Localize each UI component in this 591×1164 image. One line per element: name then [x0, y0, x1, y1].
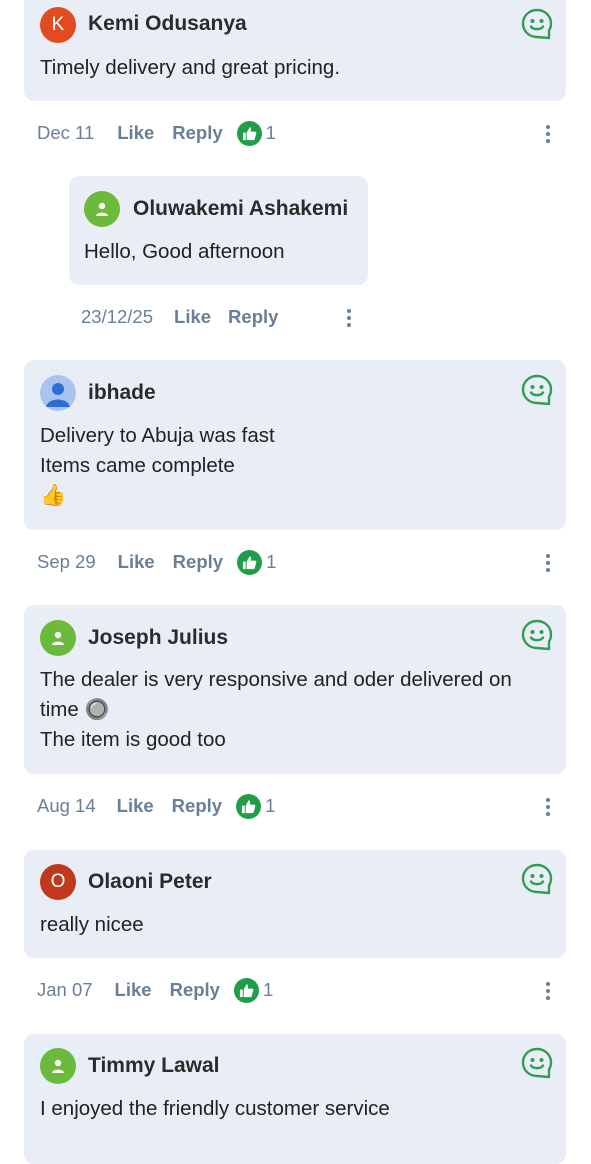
comment-author[interactable]: ibhade [88, 381, 156, 405]
smiley-face-icon[interactable] [520, 618, 554, 652]
reply-bubble [69, 176, 368, 285]
like-count: 1 [266, 551, 277, 572]
comment-meta: Aug 14 Like Reply 1 [37, 791, 275, 821]
avatar-letter: O [50, 871, 66, 892]
comment-text: really nicee [40, 910, 144, 940]
reply-button[interactable]: Reply [172, 795, 222, 817]
comment-date: 23/12/25 [81, 306, 154, 327]
comment-bubble [24, 850, 566, 958]
comment-line: time 🔘 [40, 695, 512, 725]
reply-button[interactable]: Reply [173, 551, 223, 573]
like-count: 1 [262, 979, 274, 1000]
comment-line-text: time [40, 698, 79, 721]
comment-line: really nicee [40, 913, 144, 936]
comment-line: I enjoyed the friendly customer service [40, 1097, 390, 1120]
comment-meta: 23/12/25 Like Reply [81, 302, 278, 332]
comment-line: Hello, Good afternoon [84, 240, 285, 263]
comment-text: Timely delivery and great pricing. [40, 53, 340, 83]
like-count: 1 [265, 122, 276, 143]
comment-author[interactable]: Olaoni Peter [88, 870, 212, 894]
smiley-face-icon[interactable] [520, 862, 554, 896]
reply-button[interactable]: Reply [170, 979, 220, 1001]
more-vertical-icon[interactable] [543, 125, 553, 145]
person-icon [52, 1059, 64, 1073]
avatar[interactable] [40, 620, 76, 656]
like-button[interactable]: Like [115, 979, 152, 1001]
avatar[interactable] [84, 191, 120, 227]
smiley-face-icon[interactable] [520, 373, 554, 407]
comment-text: The dealer is very responsive and oder d… [40, 665, 512, 755]
person-icon [52, 631, 64, 645]
comment-line: The dealer is very responsive and oder d… [40, 668, 512, 691]
comment-author[interactable]: Oluwakemi Ashakemi [133, 197, 348, 221]
comment-author[interactable]: Kemi Odusanya [88, 12, 247, 36]
avatar-letter: K [51, 14, 65, 35]
comment-line: Timely delivery and great pricing. [40, 56, 341, 79]
like-button[interactable]: Like [118, 551, 155, 573]
thumbs-up-icon[interactable] [236, 793, 262, 819]
like-count: 1 [265, 795, 276, 816]
avatar[interactable]: O [40, 864, 76, 900]
comment-meta: Sep 29 Like Reply 1 [37, 547, 276, 577]
comment-line: Items came complete [40, 454, 235, 477]
avatar[interactable]: K [40, 7, 76, 43]
reply-button[interactable]: Reply [228, 306, 278, 328]
like-button[interactable]: Like [117, 795, 154, 817]
comment-text: I enjoyed the friendly customer service [40, 1094, 390, 1124]
button-emoji: 🔘 [84, 699, 110, 721]
comment-author[interactable]: Timmy Lawal [88, 1054, 220, 1078]
comment-meta: Dec 11 Like Reply 1 [37, 118, 276, 148]
comment-text: Hello, Good afternoon [84, 237, 285, 267]
comment-line: Delivery to Abuja was fast [40, 424, 275, 447]
comment-author[interactable]: Joseph Julius [88, 626, 228, 650]
more-vertical-icon[interactable] [543, 798, 553, 818]
avatar[interactable] [40, 375, 76, 411]
thumbs-up-icon[interactable] [233, 977, 259, 1003]
smiley-face-icon[interactable] [520, 7, 554, 41]
person-icon [96, 202, 108, 216]
more-vertical-icon[interactable] [344, 309, 354, 329]
comment-date: Aug 14 [37, 795, 96, 816]
like-button[interactable]: Like [117, 122, 154, 144]
person-icon [46, 383, 70, 407]
comment-line: The item is good too [40, 728, 226, 751]
thumbs-up-icon[interactable] [237, 549, 263, 575]
thumbs-up-emoji: 👍 [40, 484, 67, 507]
avatar[interactable] [40, 1048, 76, 1084]
like-button[interactable]: Like [174, 306, 211, 328]
comment-date: Dec 11 [37, 122, 95, 143]
thumbs-up-icon[interactable] [236, 120, 262, 146]
comment-date: Jan 07 [37, 979, 93, 1000]
comment-date: Sep 29 [37, 551, 96, 572]
more-vertical-icon[interactable] [543, 982, 553, 1002]
reply-button[interactable]: Reply [172, 122, 222, 144]
comment-meta: Jan 07 Like Reply 1 [37, 975, 273, 1005]
more-vertical-icon[interactable] [543, 554, 553, 574]
smiley-face-icon[interactable] [520, 1046, 554, 1080]
comment-text: Delivery to Abuja was fast Items came co… [40, 421, 275, 511]
